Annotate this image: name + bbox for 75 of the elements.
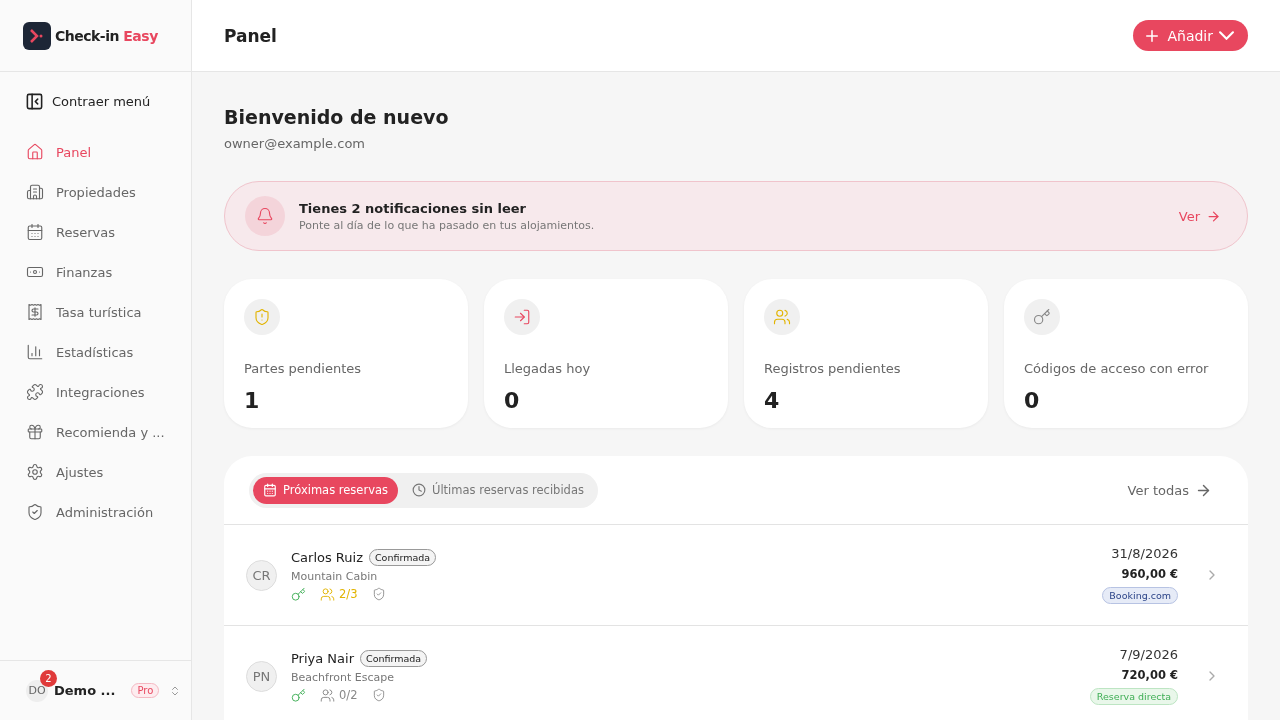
logo-icon <box>23 21 51 50</box>
booking-amount: 720,00 € <box>1121 668 1178 682</box>
property-name: Mountain Cabin <box>291 569 379 583</box>
guest-name: Priya Nair <box>291 650 354 666</box>
guest-name: Carlos Ruiz <box>291 549 363 565</box>
user-email: owner@example.com <box>224 136 367 151</box>
add-button[interactable]: Añadir <box>1133 20 1248 51</box>
calendar-icon <box>26 223 44 241</box>
login-icon <box>504 299 540 335</box>
notification-title: Tienes 2 notificaciones sin leer <box>299 200 527 216</box>
nav-item[interactable]: Reservas <box>26 221 191 243</box>
shield-check-icon <box>371 587 386 601</box>
user-name: Demo ... <box>54 683 116 698</box>
gift-icon <box>26 423 44 441</box>
panel-collapse-icon <box>25 92 44 111</box>
key-icon <box>1024 299 1060 335</box>
shield-alert-icon <box>244 299 280 335</box>
stat-label: Registros pendientes <box>764 361 902 376</box>
nav-item[interactable]: Administración <box>26 501 191 523</box>
booking-amount: 960,00 € <box>1121 567 1178 581</box>
bell-icon <box>245 196 285 236</box>
plan-badge: Pro <box>131 683 160 698</box>
nav-item[interactable]: Finanzas <box>26 261 191 283</box>
nav-item[interactable]: Tasa turística <box>26 301 191 323</box>
booking-date: 7/9/2026 <box>1119 647 1178 662</box>
guest-count: 0/2 <box>320 687 358 703</box>
welcome-title: Bienvenido de nuevo <box>224 106 450 128</box>
clock-icon <box>412 483 426 497</box>
collapse-menu-button[interactable]: Contraer menú <box>25 92 191 111</box>
booking-row[interactable]: PN Priya Nair Confirmada Beachfront Escape 0/2 7/9/2026 720,00 € Reserva directa <box>224 626 1248 720</box>
property-name: Beachfront Escape <box>291 670 395 684</box>
stat-label: Partes pendientes <box>244 361 363 376</box>
stat-label: Códigos de acceso con error <box>1024 361 1210 376</box>
stat-value: 4 <box>764 388 781 413</box>
arrow-right-icon <box>1206 208 1221 224</box>
shield-check-icon <box>26 503 44 521</box>
receipt-icon <box>26 303 44 321</box>
house-icon <box>26 143 44 161</box>
view-all-link[interactable]: Ver todas <box>1127 481 1212 499</box>
key-icon <box>291 586 306 602</box>
chevron-down-icon <box>1219 31 1234 40</box>
notification-badge: 2 <box>40 669 57 687</box>
stat-value: 1 <box>244 388 261 413</box>
nav-item[interactable]: Integraciones <box>26 381 191 403</box>
guest-count: 2/3 <box>320 586 358 602</box>
stat-value: 0 <box>1024 388 1041 413</box>
key-icon <box>291 687 306 703</box>
brand-name: Check-in Easy <box>55 27 158 44</box>
puzzle-icon <box>26 383 44 401</box>
view-link[interactable]: Ver <box>1178 208 1221 224</box>
bookings-tab[interactable]: Últimas reservas recibidas <box>402 476 594 504</box>
nav-item[interactable]: Panel <box>26 141 191 163</box>
bar-chart-icon <box>26 343 44 361</box>
booking-date: 31/8/2026 <box>1111 546 1178 561</box>
source-tag: Booking.com <box>1102 587 1178 604</box>
shield-check-icon <box>371 688 386 702</box>
nav-item[interactable]: Propiedades <box>26 181 191 203</box>
nav-item[interactable]: Recomienda y ... <box>26 421 191 443</box>
booking-row[interactable]: CR Carlos Ruiz Confirmada Mountain Cabin 2/3 31/8/2026 960,00 € Booking.com <box>224 525 1248 626</box>
status-tag: Confirmada <box>369 548 437 566</box>
bookings-tab[interactable]: Próximas reservas <box>253 476 398 504</box>
guest-avatar: PN <box>246 660 277 692</box>
source-tag: Reserva directa <box>1089 688 1178 705</box>
nav-item[interactable]: Ajustes <box>26 461 191 483</box>
nav-item[interactable]: Estadísticas <box>26 341 191 363</box>
notification-text: Ponte al día de lo que ha pasado en tus alojamientos. <box>299 218 596 232</box>
page-title: Panel <box>224 25 277 46</box>
stat-label: Llegadas hoy <box>504 361 592 376</box>
stat-value: 0 <box>504 388 521 413</box>
status-tag: Confirmada <box>360 649 428 667</box>
calendar-icon <box>263 483 277 497</box>
building-icon <box>26 183 44 201</box>
users-icon <box>764 299 800 335</box>
guest-avatar: CR <box>246 559 277 591</box>
settings-icon <box>26 463 44 481</box>
